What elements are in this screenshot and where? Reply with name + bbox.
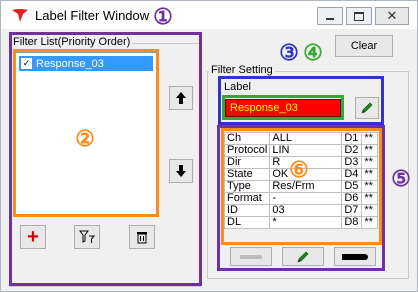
minimize-icon — [326, 18, 334, 20]
minimize-button[interactable] — [317, 7, 343, 25]
title-bar[interactable]: Label Filter Window ✕ — [1, 1, 417, 29]
clear-button-label: Clear — [350, 40, 378, 52]
close-button[interactable]: ✕ — [375, 7, 409, 25]
annotation-number-3: ③ — [279, 40, 299, 65]
annotation-number-2: ② — [75, 126, 95, 151]
window-title: Label Filter Window — [35, 8, 150, 23]
annotation-box-6 — [221, 128, 382, 245]
annotation-box-4 — [222, 95, 344, 120]
clear-button[interactable]: Clear — [335, 35, 393, 57]
maximize-icon — [354, 11, 364, 21]
filter-setting-group-label: Filter Setting — [209, 64, 275, 76]
annotation-number-1: ① — [153, 4, 173, 29]
close-icon: ✕ — [386, 8, 398, 23]
annotation-number-6: ⑥ — [289, 157, 309, 182]
annotation-number-5: ⑤ — [391, 166, 411, 191]
app-icon — [12, 9, 28, 22]
label-filter-window: Label Filter Window ✕ Filter List(Priori… — [0, 0, 418, 292]
maximize-button[interactable] — [346, 7, 372, 25]
annotation-number-4: ④ — [303, 40, 323, 65]
